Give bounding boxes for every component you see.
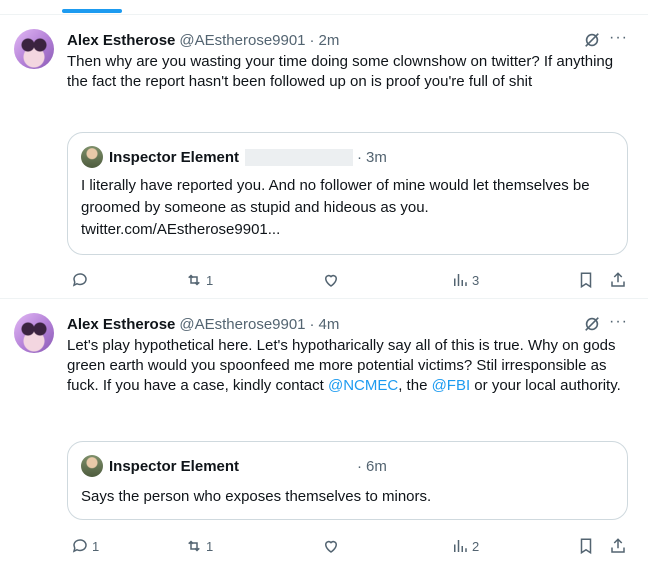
quoted-tweet[interactable]: Inspector Element · 6m Says the person w…	[67, 441, 628, 520]
views-icon	[454, 274, 467, 286]
tweet-text: Then why are you wasting your time doing…	[67, 53, 614, 90]
view-count: 3	[472, 272, 480, 288]
quote-author-name: Inspector Element	[109, 457, 240, 475]
separator: ·	[309, 31, 315, 49]
bookmark-button[interactable]	[577, 269, 595, 291]
quote-timestamp: 3m	[366, 148, 387, 166]
like-button[interactable]	[322, 269, 343, 291]
retweet-icon	[188, 540, 200, 552]
action-bar: 1 1 2	[67, 535, 627, 557]
mention-link[interactable]: @NCMEC	[328, 377, 398, 394]
retweet-count: 1	[206, 538, 214, 554]
quote-text: I literally have reported you. And no fo…	[81, 175, 611, 241]
bookmark-icon	[580, 538, 592, 555]
author-handle[interactable]: @AEstherose9901	[179, 316, 305, 333]
bookmark-button[interactable]	[577, 535, 595, 557]
share-button[interactable]	[609, 535, 627, 557]
tweet-text: Let's play hypothetical here. Let's hypo…	[67, 336, 627, 396]
bookmark-icon	[580, 272, 592, 289]
view-count: 2	[472, 538, 480, 554]
quote-header: Inspector Element · 3m	[81, 146, 387, 168]
tweet-text-part: or your local authority.	[470, 377, 621, 394]
reply-icon	[72, 539, 87, 553]
quote-author-name: Inspector Element	[109, 148, 240, 166]
mention-link[interactable]: @FBI	[432, 377, 471, 394]
reply-button[interactable]: 1	[71, 535, 99, 557]
quoted-tweet[interactable]: Inspector Element · 3m I literally have …	[67, 132, 628, 255]
tweet-text-part: , the	[398, 377, 432, 394]
grok-icon[interactable]	[583, 31, 601, 49]
like-button[interactable]	[322, 535, 343, 557]
tweet-header: Alex Estherose @AEstherose9901 · 4m	[67, 314, 339, 334]
retweet-icon	[188, 274, 200, 286]
share-icon	[611, 538, 625, 553]
quote-header: Inspector Element · 6m	[81, 455, 387, 477]
views-button[interactable]: 3	[451, 269, 479, 291]
reply-count: 1	[92, 538, 100, 554]
views-icon	[454, 540, 467, 552]
share-icon	[611, 272, 625, 287]
more-options-icon[interactable]: ···	[609, 29, 628, 47]
separator: ·	[357, 148, 363, 166]
reply-button[interactable]	[71, 269, 92, 291]
reply-icon	[72, 273, 87, 287]
separator: ·	[357, 457, 363, 475]
author-handle[interactable]: @AEstherose9901	[179, 32, 305, 49]
views-button[interactable]: 2	[451, 535, 479, 557]
active-tab-indicator	[62, 9, 122, 13]
quote-text: Says the person who exposes themselves t…	[81, 488, 432, 505]
tweet-header: Alex Estherose @AEstherose9901 · 2m	[67, 30, 339, 50]
avatar[interactable]	[14, 313, 54, 353]
timestamp[interactable]: 4m	[319, 316, 340, 333]
share-button[interactable]	[609, 269, 627, 291]
quote-body: I literally have reported you. And no fo…	[81, 177, 590, 216]
retweet-count: 1	[206, 272, 214, 288]
avatar[interactable]	[14, 29, 54, 69]
more-options-icon[interactable]: ···	[609, 313, 628, 331]
quote-avatar	[81, 455, 103, 477]
redacted-handle	[245, 457, 354, 475]
heart-icon	[324, 274, 338, 287]
quote-avatar	[81, 146, 103, 168]
timestamp[interactable]: 2m	[319, 32, 340, 49]
retweet-button[interactable]: 1	[185, 269, 213, 291]
quote-timestamp: 6m	[366, 457, 387, 475]
author-name[interactable]: Alex Estherose	[67, 316, 175, 333]
tweet[interactable]: Alex Estherose @AEstherose9901 · 2m ··· …	[0, 15, 648, 299]
separator: ·	[309, 315, 315, 333]
quote-link[interactable]: twitter.com/AEstherose9901...	[81, 221, 280, 238]
author-name[interactable]: Alex Estherose	[67, 32, 175, 49]
heart-icon	[324, 540, 338, 553]
grok-icon[interactable]	[583, 315, 601, 333]
top-tab-bar	[0, 0, 648, 15]
tweet[interactable]: Alex Estherose @AEstherose9901 · 4m ··· …	[0, 299, 648, 568]
redacted-handle	[245, 148, 354, 166]
retweet-button[interactable]: 1	[185, 535, 213, 557]
action-bar: 1 3	[67, 269, 627, 291]
